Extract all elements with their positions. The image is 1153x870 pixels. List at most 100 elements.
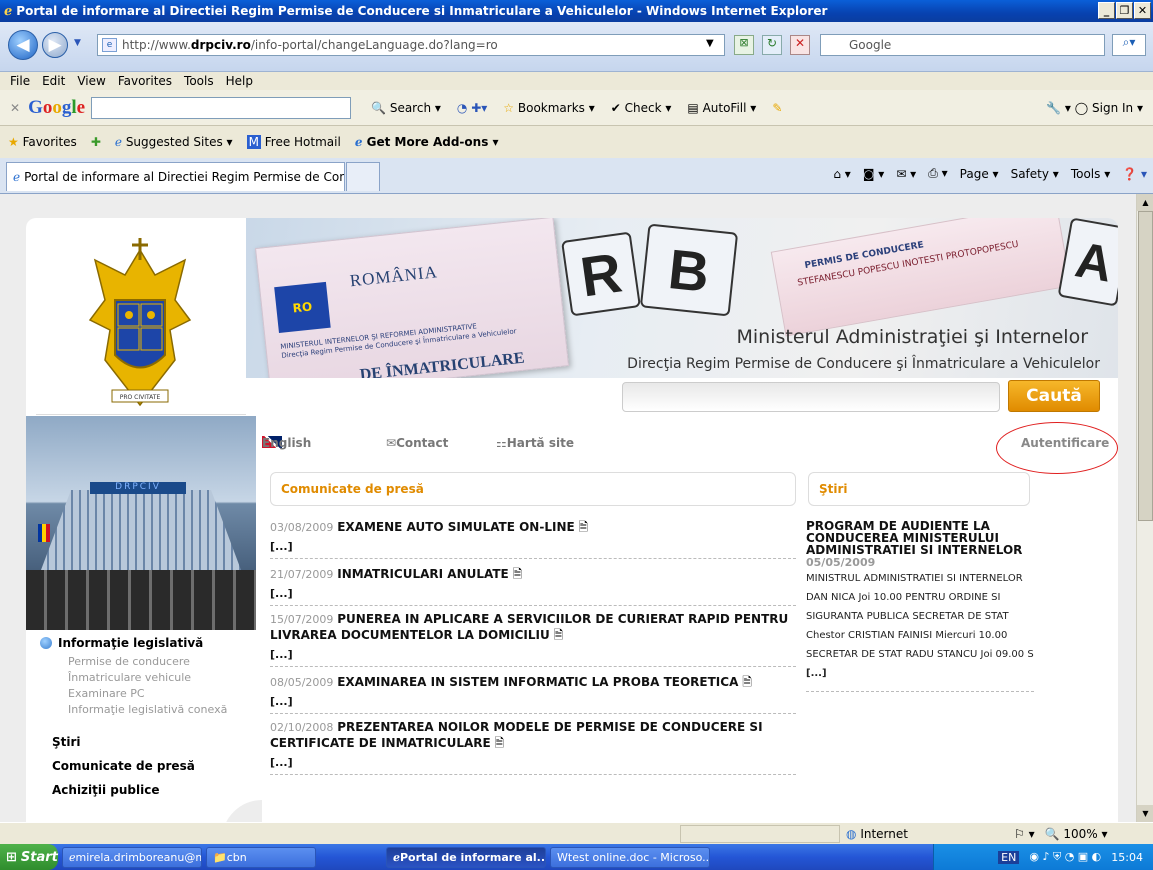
- start-button[interactable]: ⊞ Start: [0, 844, 58, 870]
- menu-edit[interactable]: Edit: [42, 74, 65, 88]
- back-button[interactable]: ◀: [8, 30, 38, 60]
- stop-icon[interactable]: ✕: [790, 35, 810, 55]
- favorites-button[interactable]: ★ Favorites: [8, 135, 77, 149]
- fav-suggested-sites[interactable]: ℯ Suggested Sites ▾: [115, 135, 233, 149]
- protected-mode-icon[interactable]: ⚐ ▾: [1014, 827, 1035, 841]
- google-search-button[interactable]: 🔍 Search ▾: [371, 101, 441, 115]
- bullet-icon: [40, 637, 52, 649]
- feeds-icon[interactable]: ◙ ▾: [863, 167, 884, 181]
- status-bar: ◍ Internet ⚐ ▾ 🔍 100% ▾: [0, 822, 1153, 844]
- news-header: Ştiri: [808, 472, 1030, 506]
- menu-view[interactable]: View: [77, 74, 105, 88]
- url-domain: drpciv.ro: [190, 38, 251, 52]
- language-indicator[interactable]: EN: [998, 850, 1020, 864]
- compatibility-icon[interactable]: ⊠: [734, 35, 754, 55]
- maximize-button[interactable]: ❐: [1116, 2, 1133, 19]
- taskbar: ⊞Start ℯ mirela.drimboreanu@mai... 📁 cbn…: [0, 844, 1153, 870]
- romania-crest-icon: PRO CIVITATE: [88, 238, 192, 407]
- building-sign: DRPCIV: [90, 482, 186, 494]
- ie-logo-icon: ℯ: [4, 3, 13, 19]
- document-icon: 🗎: [578, 520, 589, 534]
- site-search-input[interactable]: [622, 382, 1000, 412]
- recent-pages-icon[interactable]: ▼: [74, 38, 81, 48]
- document-icon: 🗎: [742, 675, 752, 689]
- menu-examinare[interactable]: Examinare PC: [40, 686, 250, 702]
- google-logo: Google: [28, 96, 86, 118]
- sitemap-link[interactable]: ⚏ Hartă site: [496, 436, 574, 450]
- taskbar-item-active[interactable]: ℯ Portal de informare al...: [386, 846, 546, 868]
- home-icon[interactable]: ⌂ ▾: [833, 167, 850, 181]
- address-dropdown-icon[interactable]: ▼: [706, 38, 714, 49]
- menu-favorites[interactable]: Favorites: [118, 74, 172, 88]
- scroll-down-icon[interactable]: ▼: [1137, 805, 1153, 822]
- search-provider-input[interactable]: Google: [820, 34, 1105, 56]
- menu-achizitii[interactable]: Achiziţii publice: [40, 778, 250, 802]
- url-prefix: http://www.: [122, 38, 191, 52]
- check-button[interactable]: ✔ Check ▾: [611, 101, 672, 115]
- window-titlebar[interactable]: ℯ Portal de informare al Directiei Regim…: [0, 0, 1153, 22]
- close-toolbar-icon[interactable]: ✕: [10, 101, 20, 115]
- tray-icons[interactable]: ◉ ♪ ⛨ ◔ ▣ ◐: [1029, 850, 1101, 864]
- address-toolbar: ◀ ▶ ▼ e http://www. drpciv.ro/info-portal…: [0, 22, 1153, 72]
- add-favorite-icon[interactable]: ✚: [91, 135, 101, 149]
- vertical-scrollbar[interactable]: ▲ ▼: [1136, 194, 1153, 822]
- url-path: /info-portal/changeLanguage.do?lang=ro: [250, 38, 498, 52]
- news-title[interactable]: PROGRAM DE AUDIENTE LA CONDUCEREA MINIST…: [806, 520, 1034, 556]
- ie-page-icon: ℯ: [13, 170, 21, 184]
- autofill-button[interactable]: ▤ AutoFill ▾: [687, 101, 756, 115]
- scroll-up-icon[interactable]: ▲: [1137, 194, 1153, 211]
- pagerank-icon[interactable]: ◔ ✚▾: [457, 101, 487, 115]
- tools-menu[interactable]: Tools ▾: [1071, 167, 1110, 181]
- menu-help[interactable]: Help: [226, 74, 253, 88]
- menu-stiri[interactable]: Ştiri: [40, 730, 250, 754]
- refresh-icon[interactable]: ↻: [762, 35, 782, 55]
- menu-legislative[interactable]: Informaţie legislativă: [40, 636, 250, 650]
- taskbar-item[interactable]: W test online.doc - Microso...: [550, 846, 710, 868]
- crest-divider: [36, 414, 246, 415]
- list-item[interactable]: 02/10/2008 PREZENTAREA NOILOR MODELE DE …: [270, 714, 796, 775]
- page-icon: e: [102, 38, 117, 52]
- taskbar-item[interactable]: ℯ mirela.drimboreanu@mai...: [62, 846, 202, 868]
- search-button[interactable]: Caută: [1008, 380, 1100, 412]
- directorate-title: Direcţia Regim Permise de Conducere şi Î…: [627, 356, 1100, 372]
- menu-legislatie-conexa[interactable]: Informaţie legislativă conexă: [40, 702, 250, 718]
- news-item[interactable]: PROGRAM DE AUDIENTE LA CONDUCEREA MINIST…: [806, 520, 1034, 692]
- google-signin[interactable]: 🔧 ▾ ◯ Sign In ▾: [1046, 101, 1143, 115]
- print-icon[interactable]: ⎙ ▾: [928, 166, 947, 181]
- press-list: 03/08/2009 EXAMENE AUTO SIMULATE ON-LINE…: [270, 512, 796, 775]
- bookmarks-button[interactable]: ☆ Bookmarks ▾: [503, 101, 594, 115]
- address-input[interactable]: e http://www. drpciv.ro/info-portal/chang…: [97, 34, 725, 56]
- command-bar: ⌂ ▾ ◙ ▾ ✉ ▾ ⎙ ▾ Page ▾ Safety ▾ Tools ▾ …: [833, 166, 1147, 181]
- scroll-thumb[interactable]: [1138, 211, 1153, 521]
- highlighter-icon[interactable]: ✎: [772, 101, 782, 115]
- fav-addons[interactable]: ℯ Get More Add-ons ▾: [355, 135, 499, 149]
- fav-free-hotmail[interactable]: M Free Hotmail: [246, 135, 341, 149]
- taskbar-item[interactable]: 📁 cbn: [206, 846, 316, 868]
- system-tray: EN ◉ ♪ ⛨ ◔ ▣ ◐ 15:04: [933, 844, 1153, 870]
- minimize-button[interactable]: _: [1098, 2, 1115, 19]
- safety-menu[interactable]: Safety ▾: [1011, 167, 1059, 181]
- list-item[interactable]: 03/08/2009 EXAMENE AUTO SIMULATE ON-LINE…: [270, 512, 796, 559]
- menu-permise[interactable]: Permise de conducere: [40, 654, 250, 670]
- contact-link[interactable]: ✉ Contact: [386, 436, 448, 450]
- tab-bar: ℯ Portal de informare al Directiei Regim …: [0, 158, 1153, 194]
- zoom-control[interactable]: 🔍 100% ▾: [1045, 827, 1108, 841]
- forward-button[interactable]: ▶: [42, 32, 68, 58]
- left-column: PRO CIVITATE DRPCIV Informaţie legislati…: [26, 218, 262, 822]
- new-tab-button[interactable]: [346, 162, 380, 191]
- menu-inmatriculare[interactable]: Înmatriculare vehicule: [40, 670, 250, 686]
- search-go-icon[interactable]: ⌕▾: [1112, 34, 1146, 56]
- google-search-input[interactable]: [91, 96, 352, 119]
- list-item[interactable]: 15/07/2009 PUNEREA IN APLICARE A SERVICI…: [270, 606, 796, 667]
- menu-file[interactable]: File: [10, 74, 30, 88]
- page-menu[interactable]: Page ▾: [960, 167, 999, 181]
- close-button[interactable]: ✕: [1134, 2, 1151, 19]
- menu-comunicate[interactable]: Comunicate de presă: [40, 754, 250, 778]
- mail-icon[interactable]: ✉ ▾: [896, 167, 916, 181]
- list-item[interactable]: 08/05/2009 EXAMINAREA IN SISTEM INFORMAT…: [270, 667, 796, 714]
- card-romania: ROMÂNIA: [348, 262, 439, 291]
- active-tab[interactable]: ℯ Portal de informare al Directiei Regim …: [6, 162, 345, 191]
- menu-tools[interactable]: Tools: [184, 74, 214, 88]
- list-item[interactable]: 21/07/2009 INMATRICULARI ANULATE 🗎 [...]: [270, 559, 796, 606]
- help-icon[interactable]: ❓ ▾: [1122, 167, 1147, 181]
